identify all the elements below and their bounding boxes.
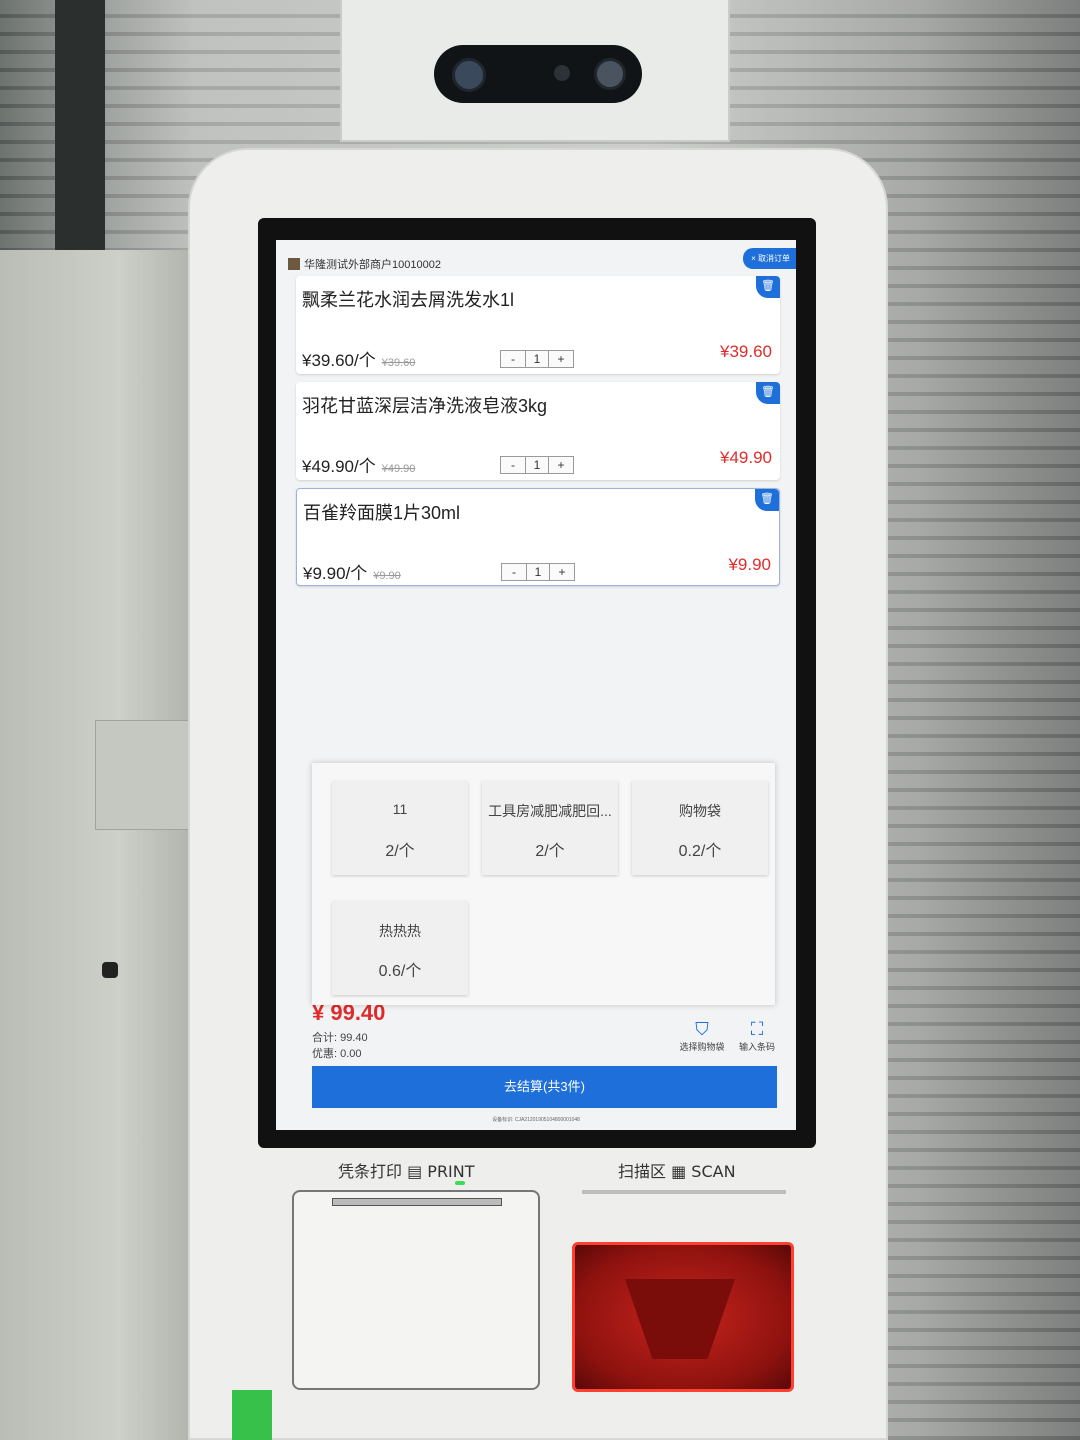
trash-icon[interactable]: 🗑	[756, 276, 780, 298]
summary-total: 合计: 99.40	[312, 1032, 368, 1044]
increase-button[interactable]: +	[549, 457, 573, 473]
decrease-button[interactable]: -	[501, 351, 525, 367]
receipt-slot	[332, 1198, 502, 1206]
product-tile-price: 0.2/个	[678, 843, 722, 860]
cart-item: 羽花甘蓝深层洁净洗液皂液3kg ¥49.90/个 ¥49.90 - 1 + ¥49…	[296, 382, 780, 480]
product-tile-price: 2/个	[535, 843, 565, 860]
scanner-window	[625, 1279, 735, 1359]
quantity-stepper: - 1 +	[500, 456, 574, 474]
status-led	[455, 1181, 465, 1185]
order-summary: 合计: 99.40 优惠: 0.00	[312, 1030, 368, 1062]
receipt-printer	[292, 1190, 540, 1390]
item-name: 百雀羚面膜1片30ml	[303, 503, 461, 523]
item-unit-price: ¥39.60/个 ¥39.60	[302, 351, 416, 370]
enter-barcode-button[interactable]: ⛶ 输入条码	[734, 1018, 780, 1053]
select-bag-button[interactable]: ⛉ 选择购物袋	[674, 1018, 730, 1053]
kiosk-screen: 华隆测试外部商户10010002 × 取消订单 飘柔兰花水润去屑洗发水1l ¥3…	[276, 240, 796, 1130]
item-original-price: ¥39.60	[381, 357, 416, 369]
shopping-bag-icon: ⛉	[695, 1019, 709, 1039]
product-tile-price: 0.6/个	[378, 963, 422, 980]
product-tile-name: 11	[392, 801, 408, 817]
quantity-value: 1	[525, 457, 549, 473]
item-name: 羽花甘蓝深层洁净洗液皂液3kg	[302, 396, 548, 416]
merchant-header: 华隆测试外部商户10010002	[288, 256, 441, 272]
checkout-button[interactable]: 去结算(共3件)	[312, 1066, 777, 1108]
product-tile[interactable]: 11 2/个	[332, 781, 468, 875]
decrease-button[interactable]: -	[501, 457, 525, 473]
product-tile[interactable]: 热热热 0.6/个	[332, 901, 468, 995]
product-tile-name: 工具房减肥减肥回...	[488, 803, 612, 819]
select-bag-label: 选择购物袋	[679, 1042, 725, 1052]
item-total: ¥49.90	[720, 448, 772, 467]
product-tile-name: 热热热	[379, 923, 421, 939]
increase-button[interactable]: +	[550, 564, 574, 580]
product-tile[interactable]: 工具房减肥减肥回... 2/个	[482, 781, 618, 875]
enter-code-label: 输入条码	[738, 1042, 775, 1052]
scan-area-divider	[582, 1190, 786, 1194]
camera-housing	[340, 0, 730, 142]
barcode-scan-icon: ⛶	[750, 1019, 764, 1039]
side-cabinet	[0, 250, 200, 1440]
quantity-value: 1	[525, 351, 549, 367]
barcode-scanner	[572, 1242, 794, 1392]
cart-item: 百雀羚面膜1片30ml ¥9.90/个 ¥9.90 - 1 + ¥9.90 🗑	[296, 488, 780, 586]
item-total: ¥39.60	[720, 342, 772, 361]
item-original-price: ¥49.90	[381, 463, 416, 475]
increase-button[interactable]: +	[549, 351, 573, 367]
cart-item: 飘柔兰花水润去屑洗发水1l ¥39.60/个 ¥39.60 - 1 + ¥39.6…	[296, 276, 780, 374]
product-picker-popup: 11 2/个 工具房减肥减肥回... 2/个 购物袋 0.2/个 热热热 0.6…	[312, 763, 775, 1005]
product-tile-price: 2/个	[385, 843, 415, 860]
cabinet-hook	[95, 720, 195, 830]
item-total: ¥9.90	[728, 555, 771, 574]
merchant-name: 华隆测试外部商户10010002	[304, 259, 441, 271]
scan-area-label: 扫描区 ▦ SCAN	[618, 1162, 736, 1181]
summary-discount: 优惠: 0.00	[312, 1048, 362, 1060]
trash-icon[interactable]: 🗑	[756, 382, 780, 404]
print-area-label: 凭条打印 ▤ PRINT	[338, 1162, 475, 1181]
cancel-order-button[interactable]: × 取消订单	[743, 248, 796, 269]
item-unit-price: ¥9.90/个 ¥9.90	[303, 564, 401, 583]
item-unit-price: ¥49.90/个 ¥49.90	[302, 457, 416, 476]
quantity-stepper: - 1 +	[500, 350, 574, 368]
merchant-logo-icon	[288, 258, 300, 270]
cabinet-knob	[102, 962, 118, 978]
product-tile[interactable]: 购物袋 0.2/个	[632, 781, 768, 875]
device-id: 设备标识: CJA21201905104800001048	[492, 1117, 580, 1123]
item-name: 飘柔兰花水润去屑洗发水1l	[302, 290, 515, 310]
decrease-button[interactable]: -	[502, 564, 526, 580]
window-frame-post	[55, 0, 105, 260]
quantity-stepper: - 1 +	[501, 563, 575, 581]
trash-icon[interactable]: 🗑	[755, 489, 779, 511]
quantity-value: 1	[526, 564, 550, 580]
product-tile-name: 购物袋	[679, 803, 721, 819]
kiosk-green-trim	[232, 1390, 272, 1440]
item-original-price: ¥9.90	[373, 570, 401, 582]
camera-icon	[434, 45, 642, 103]
